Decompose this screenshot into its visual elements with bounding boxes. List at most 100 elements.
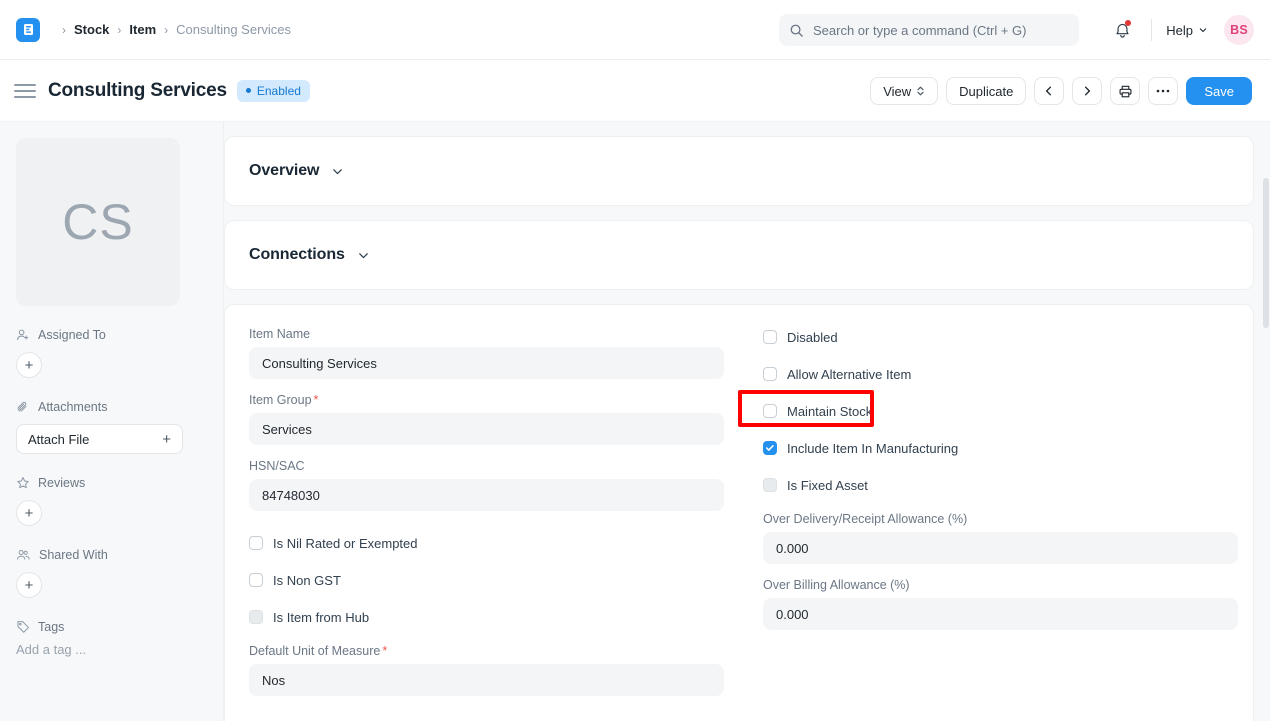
- field-over-delivery-allowance: Over Delivery/Receipt Allowance (%): [763, 512, 1225, 564]
- checkbox-label: Is Fixed Asset: [787, 478, 868, 493]
- overview-section-toggle[interactable]: Overview: [225, 137, 1253, 205]
- chevron-down-icon: [357, 249, 370, 262]
- item-name-label: Item Name: [249, 327, 737, 341]
- plus-icon: +: [25, 358, 34, 373]
- checkbox-box-icon: [763, 441, 777, 455]
- previous-record-button[interactable]: [1034, 77, 1064, 105]
- chevron-left-icon: [1043, 85, 1055, 97]
- plus-icon: +: [25, 578, 34, 593]
- add-tag-input[interactable]: [16, 642, 176, 657]
- add-share-button[interactable]: +: [16, 572, 42, 598]
- overview-card: Overview: [224, 136, 1254, 206]
- vertical-scrollbar[interactable]: [1262, 122, 1270, 721]
- sidebar-section-reviews: Reviews +: [16, 476, 207, 526]
- breadcrumb-item-current: Consulting Services: [176, 22, 291, 37]
- checkbox-maintain-stock[interactable]: Maintain Stock: [763, 401, 1225, 421]
- save-button[interactable]: Save: [1186, 77, 1252, 105]
- hsn-sac-input[interactable]: [249, 479, 724, 511]
- item-group-input[interactable]: [249, 413, 724, 445]
- checkbox-is-item-from-hub: Is Item from Hub: [249, 607, 737, 627]
- help-label: Help: [1166, 23, 1193, 38]
- field-item-name: Item Name: [249, 327, 737, 379]
- checkbox-disabled[interactable]: Disabled: [763, 327, 1225, 347]
- checkbox-label: Disabled: [787, 330, 838, 345]
- breadcrumb-separator-0: ›: [62, 24, 66, 36]
- view-button-label: View: [883, 84, 911, 99]
- checkbox-label: Is Non GST: [273, 573, 341, 588]
- sidebar-section-assigned-to: Assigned To +: [16, 328, 207, 378]
- notifications-button[interactable]: [1107, 15, 1137, 45]
- view-button[interactable]: View: [870, 77, 938, 105]
- page-body: CS Assigned To + Attachments: [0, 122, 1270, 721]
- chevron-up-down-icon: [916, 85, 925, 97]
- scrollbar-thumb[interactable]: [1263, 178, 1269, 328]
- over-billing-input[interactable]: [763, 598, 1238, 630]
- breadcrumb-item-stock[interactable]: Stock: [74, 22, 109, 37]
- shared-with-header: Shared With: [16, 548, 207, 562]
- print-button[interactable]: [1110, 77, 1140, 105]
- hamburger-icon[interactable]: [14, 80, 36, 102]
- help-menu-button[interactable]: Help: [1166, 23, 1208, 38]
- star-icon: [16, 476, 30, 490]
- navbar-divider: [1151, 19, 1152, 41]
- checkbox-box-icon: [763, 330, 777, 344]
- checkbox-label: Is Nil Rated or Exempted: [273, 536, 418, 551]
- over-delivery-input[interactable]: [763, 532, 1238, 564]
- checkbox-box-icon: [763, 404, 777, 418]
- checkbox-box-icon: [763, 367, 777, 381]
- form-column-left: Item Name Item Group* HSN/SAC: [249, 327, 737, 710]
- over-billing-label: Over Billing Allowance (%): [763, 578, 1225, 592]
- checkbox-box-icon: [249, 536, 263, 550]
- checkbox-box-icon: [249, 610, 263, 624]
- search-input[interactable]: [813, 23, 1069, 38]
- item-image-placeholder[interactable]: CS: [16, 138, 180, 306]
- page-header: Consulting Services Enabled View Duplica…: [0, 60, 1270, 122]
- connections-section-toggle[interactable]: Connections: [225, 221, 1253, 289]
- navbar-right-group: Help BS: [1107, 0, 1254, 60]
- hsn-sac-label: HSN/SAC: [249, 459, 737, 473]
- checkbox-allow-alternative-item[interactable]: Allow Alternative Item: [763, 364, 1225, 384]
- item-image-initials: CS: [62, 193, 133, 251]
- checkbox-is-non-gst[interactable]: Is Non GST: [249, 570, 737, 590]
- chevron-right-icon: [1081, 85, 1093, 97]
- sidebar-section-tags: Tags: [16, 620, 207, 659]
- add-assignment-button[interactable]: +: [16, 352, 42, 378]
- more-options-button[interactable]: [1148, 77, 1178, 105]
- avatar[interactable]: BS: [1224, 15, 1254, 45]
- checkbox-box-icon: [763, 478, 777, 492]
- checkbox-label: Include Item In Manufacturing: [787, 441, 958, 456]
- add-review-button[interactable]: +: [16, 500, 42, 526]
- attachments-label: Attachments: [38, 400, 107, 414]
- reviews-header: Reviews: [16, 476, 207, 490]
- checkbox-include-item-in-manufacturing[interactable]: Include Item In Manufacturing: [763, 438, 1225, 458]
- app-logo[interactable]: [16, 18, 40, 42]
- status-badge: Enabled: [237, 80, 310, 102]
- attachments-header: Attachments: [16, 400, 207, 414]
- form-column-right: Disabled Allow Alternative Item Maintain…: [737, 327, 1225, 710]
- field-over-billing-allowance: Over Billing Allowance (%): [763, 578, 1225, 630]
- global-search[interactable]: [779, 14, 1079, 46]
- assigned-to-label: Assigned To: [38, 328, 106, 342]
- item-details-form-card: Item Name Item Group* HSN/SAC: [224, 304, 1254, 721]
- paperclip-icon: [16, 400, 30, 414]
- overview-title: Overview: [249, 162, 319, 180]
- user-plus-icon: [16, 328, 30, 342]
- next-record-button[interactable]: [1072, 77, 1102, 105]
- tags-label: Tags: [38, 620, 64, 634]
- attach-file-button[interactable]: Attach File +: [16, 424, 183, 454]
- status-badge-label: Enabled: [257, 84, 301, 98]
- over-delivery-label: Over Delivery/Receipt Allowance (%): [763, 512, 1225, 526]
- checkbox-is-fixed-asset: Is Fixed Asset: [763, 475, 1225, 495]
- field-item-group: Item Group*: [249, 393, 737, 445]
- duplicate-button[interactable]: Duplicate: [946, 77, 1026, 105]
- field-default-uom: Default Unit of Measure*: [249, 644, 737, 696]
- attach-file-label: Attach File: [28, 432, 89, 447]
- shared-with-label: Shared With: [39, 548, 108, 562]
- chevron-down-icon: [331, 165, 344, 178]
- default-uom-input[interactable]: [249, 664, 724, 696]
- chevron-down-icon: [1198, 25, 1208, 35]
- breadcrumb-item-item[interactable]: Item: [129, 22, 156, 37]
- assigned-to-header: Assigned To: [16, 328, 207, 342]
- checkbox-is-nil-rated-or-exempted[interactable]: Is Nil Rated or Exempted: [249, 533, 737, 553]
- item-name-input[interactable]: [249, 347, 724, 379]
